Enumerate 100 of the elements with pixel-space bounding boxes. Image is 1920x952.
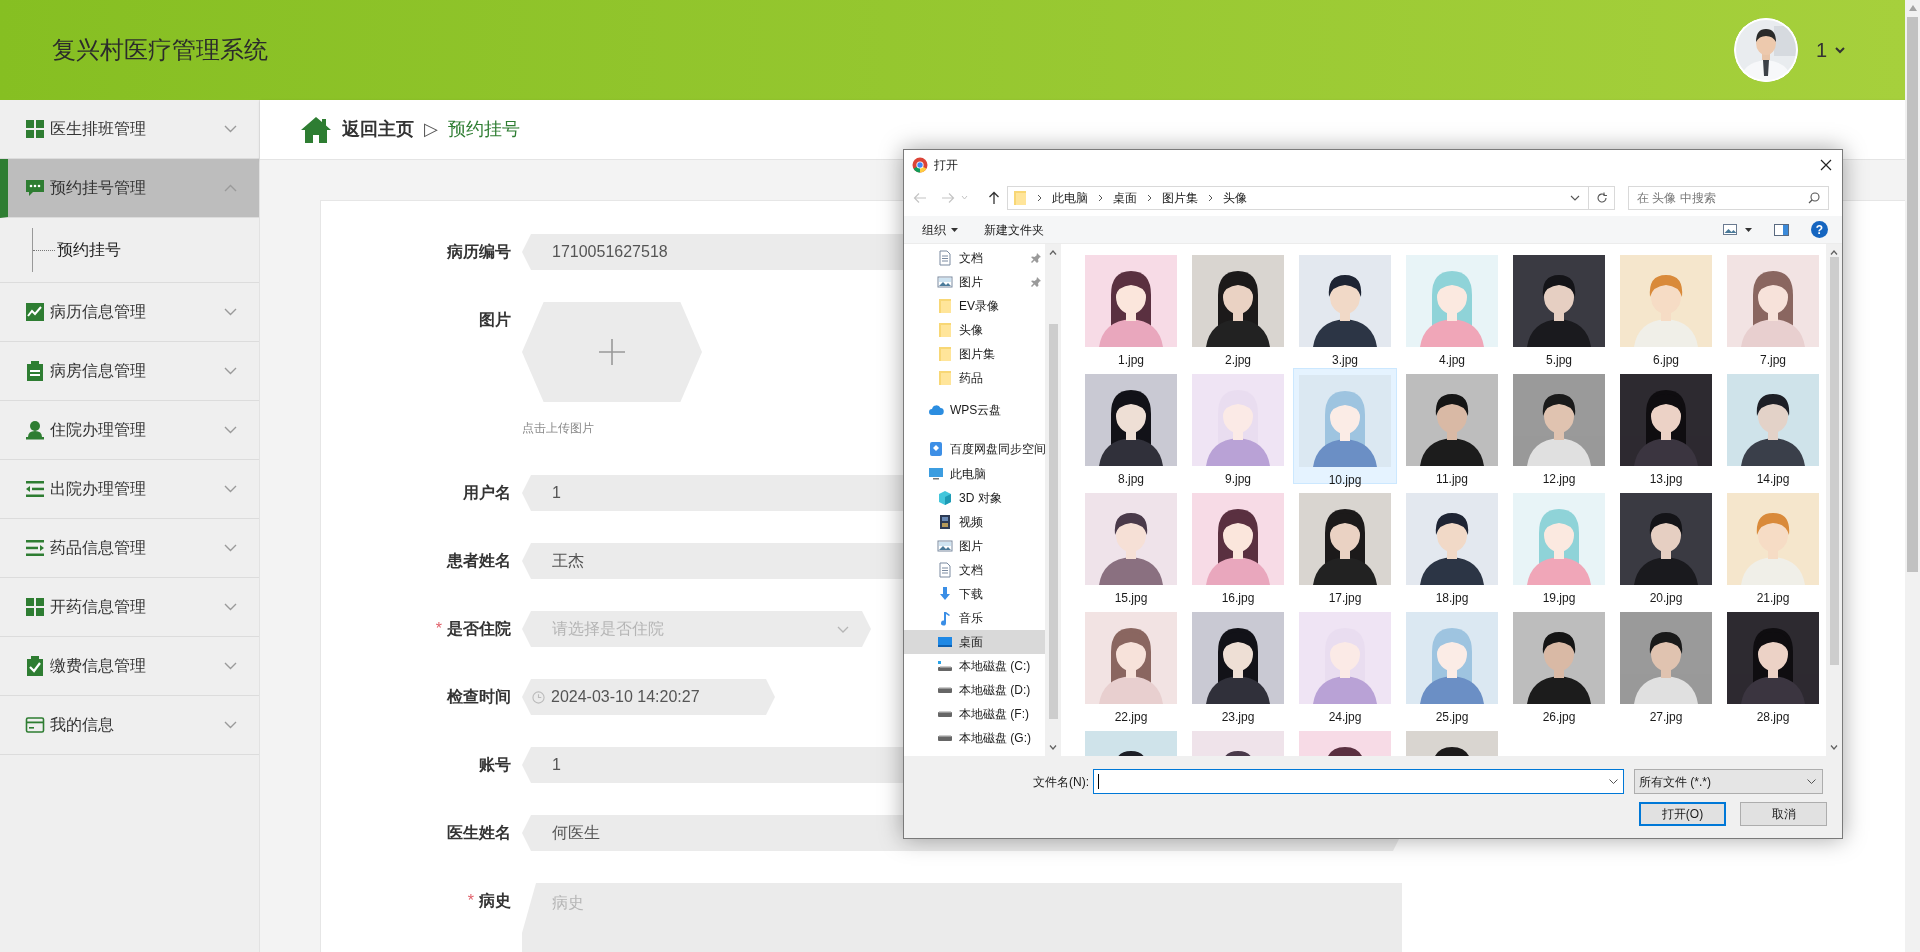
nav-item[interactable]: 图片	[904, 534, 1045, 558]
filename-input[interactable]	[1093, 769, 1624, 794]
clipboard-check-icon	[25, 656, 45, 676]
nav-item[interactable]: EV录像	[904, 294, 1045, 318]
file-type-select[interactable]: 所有文件 (*.*)	[1634, 769, 1823, 794]
upload-hint: 点击上传图片	[522, 420, 595, 437]
home-icon	[300, 115, 332, 144]
nav-item[interactable]: 3D 对象	[904, 486, 1045, 510]
field-label: 文件名(N):	[1032, 773, 1090, 791]
folder-icon	[937, 298, 953, 314]
path-segment[interactable]: 此电脑	[1052, 188, 1088, 207]
nav-item[interactable]: WPS云盘	[904, 398, 1045, 422]
chevron-right-icon	[1037, 193, 1042, 202]
caret-up-icon[interactable]	[1049, 250, 1057, 255]
breadcrumb-current: 预约挂号	[448, 118, 520, 141]
scrollbar[interactable]	[1905, 0, 1920, 952]
clipboard-icon	[25, 361, 45, 381]
list-icon	[25, 538, 45, 558]
home-link[interactable]: 返回主页	[342, 116, 414, 143]
caret-up-icon[interactable]	[1830, 250, 1838, 255]
path-segment[interactable]: 图片集	[1162, 188, 1198, 207]
user-menu[interactable]: 1	[1815, 35, 1845, 65]
nav-item[interactable]: 本地磁盘 (D:)	[904, 678, 1045, 702]
nav-item[interactable]: 本地磁盘 (F:)	[904, 702, 1045, 726]
menu-item[interactable]: 预约挂号管理	[0, 159, 259, 218]
chevron-down-icon[interactable]	[1570, 194, 1580, 201]
field-label: 病史	[479, 891, 511, 911]
document-icon	[937, 250, 953, 266]
nav-item[interactable]: 本地磁盘 (C:)	[904, 654, 1045, 678]
folder-icon	[937, 346, 953, 362]
drive-icon	[937, 661, 953, 671]
nav-item[interactable]: 药品	[904, 366, 1045, 390]
scrollbar[interactable]	[1826, 244, 1842, 756]
field-label: 图片	[479, 310, 511, 330]
new-folder-button[interactable]: 新建文件夹	[984, 220, 1044, 239]
field-label: 检查时间	[447, 687, 511, 707]
app-title: 复兴村医疗管理系统	[52, 35, 268, 65]
scrollbar-thumb[interactable]	[1048, 324, 1058, 719]
card-icon	[25, 715, 45, 735]
field-label: 是否住院	[447, 619, 511, 639]
nav-item[interactable]: 图片	[904, 270, 1045, 294]
folder-icon	[937, 370, 953, 386]
image-icon	[937, 274, 953, 290]
nav-item[interactable]: 本地磁盘 (G:)	[904, 726, 1045, 750]
scrollbar-thumb[interactable]	[1829, 257, 1839, 665]
chevron-down-icon	[1807, 779, 1816, 784]
path-segment[interactable]: 桌面	[1113, 188, 1137, 207]
nav-item[interactable]: 桌面	[904, 630, 1045, 654]
preview-pane-icon[interactable]	[1774, 223, 1789, 236]
caret-down-icon	[1835, 46, 1845, 54]
date-field[interactable]: 2024-03-10 14:20:27	[522, 679, 775, 715]
film-icon	[937, 514, 953, 530]
download-icon	[937, 586, 953, 602]
person-icon	[25, 420, 45, 440]
open-button[interactable]: 打开(O)	[1639, 802, 1726, 826]
desktop-icon	[937, 634, 953, 650]
drive-icon	[938, 711, 952, 717]
up-arrow-icon[interactable]	[988, 190, 1000, 205]
view-button[interactable]	[1723, 224, 1752, 235]
text-cursor	[1098, 774, 1099, 789]
field-label: 账号	[479, 755, 511, 775]
nav-item[interactable]: 视频	[904, 510, 1045, 534]
chevron-right-icon	[1208, 193, 1213, 202]
caret-down-icon[interactable]	[1830, 745, 1838, 750]
caret-down-icon	[951, 227, 958, 232]
nav-item[interactable]: 音乐	[904, 606, 1045, 630]
document-icon	[937, 562, 953, 578]
plus-icon	[598, 338, 626, 366]
nav-item[interactable]: 下载	[904, 582, 1045, 606]
chart-icon	[25, 302, 45, 322]
chevron-down-icon	[1609, 779, 1618, 784]
app-icon	[912, 156, 928, 173]
caret-down-icon[interactable]	[1049, 745, 1057, 750]
cancel-button[interactable]: 取消	[1740, 802, 1827, 826]
field-label: 患者姓名	[447, 551, 511, 571]
chevron-right-icon	[1098, 193, 1103, 202]
chat-icon	[25, 178, 45, 198]
nav-item[interactable]: 头像	[904, 318, 1045, 342]
view-icon	[1723, 224, 1737, 235]
help-button[interactable]: ?	[1811, 221, 1828, 238]
folder-icon	[1013, 189, 1027, 206]
path-segment[interactable]: 头像	[1223, 188, 1247, 207]
drive-icon	[938, 735, 952, 741]
chevron-down-icon	[837, 625, 849, 633]
organize-button[interactable]: 组织	[922, 220, 958, 239]
search-field[interactable]: 在 头像 中搜索	[1628, 185, 1829, 210]
scrollbar-thumb[interactable]	[1907, 17, 1918, 572]
nav-item[interactable]: 此电脑	[904, 462, 1045, 486]
nav-item[interactable]: 文档	[904, 246, 1045, 270]
nav-item[interactable]: 百度网盘同步空间	[904, 437, 1045, 461]
monitor-icon	[928, 466, 944, 482]
scrollbar[interactable]	[1045, 244, 1061, 756]
grid-icon	[25, 119, 45, 139]
nav-item[interactable]: 文档	[904, 558, 1045, 582]
grid-icon	[25, 597, 45, 617]
field-label: 病历编号	[447, 242, 511, 262]
cloud-icon	[928, 402, 944, 418]
submenu-item[interactable]: 预约挂号	[57, 238, 121, 262]
folder-icon	[937, 322, 953, 338]
nav-item[interactable]: 图片集	[904, 342, 1045, 366]
